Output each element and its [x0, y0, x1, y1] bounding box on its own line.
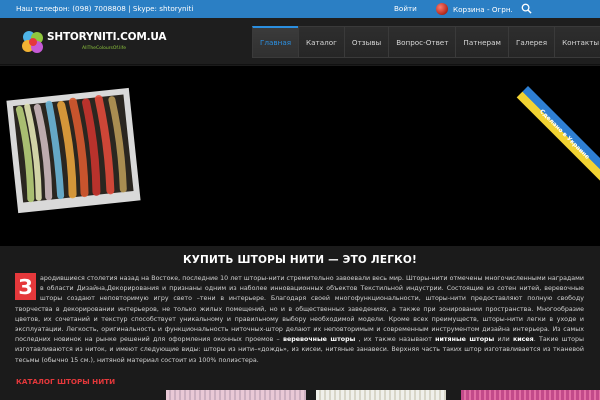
catalog-thumbnails	[16, 390, 600, 400]
catalog-section-title: КАТАЛОГ ШТОРЫ НИТИ	[16, 377, 116, 386]
cart-label: Корзина - Огрн.	[453, 4, 513, 14]
hero-photo	[6, 87, 141, 214]
catalog-thumb-1[interactable]	[166, 390, 306, 400]
logo-balls-icon	[22, 31, 43, 53]
catalog-thumb-3[interactable]	[461, 390, 600, 400]
contact-info: Наш телефон: (098) 7008808 | Skype: shto…	[16, 4, 194, 13]
login-link[interactable]: Войти	[394, 4, 417, 13]
cart-link[interactable]: Корзина - Огрн.	[436, 1, 513, 17]
site-header: SHTORYNITI.COM.UA AllTheColoursOf.life Г…	[0, 18, 600, 65]
hero-slider: Сделано в Украине	[0, 66, 600, 246]
main-nav: Главная Каталог Отзывы Вопрос-Ответ Патн…	[252, 26, 600, 58]
nav-item-faq[interactable]: Вопрос-Ответ	[388, 26, 456, 58]
page-title: КУПИТЬ ШТОРЫ НИТИ — ЭТО ЛЕГКО!	[182, 254, 418, 266]
made-in-ukraine-ribbon: Сделано в Украине	[516, 86, 600, 183]
article-text-mid-1: , их также называют	[358, 336, 432, 344]
dropcap-spacer	[15, 274, 40, 302]
main-content: КУПИТЬ ШТОРЫ НИТИ — ЭТО ЛЕГКО! З ародивш…	[0, 246, 600, 400]
nav-item-gallery[interactable]: Галерея	[507, 26, 555, 58]
article-body: ародившиеся столетия назад на Востоке, п…	[15, 274, 584, 366]
catalog-thumb-2[interactable]	[316, 390, 446, 400]
page: Наш телефон: (098) 7008808 | Skype: shto…	[0, 0, 600, 400]
string-curtains-image	[13, 94, 134, 203]
nav-item-reviews[interactable]: Отзывы	[343, 26, 389, 58]
logo-subtext: AllTheColoursOf.life	[82, 46, 126, 51]
nav-item-partners[interactable]: Патнерам	[455, 26, 508, 58]
ribbon-text: Сделано в Украине	[538, 107, 592, 161]
search-icon[interactable]	[521, 3, 532, 14]
nav-item-home[interactable]: Главная	[252, 26, 299, 58]
top-bar: Наш телефон: (098) 7008808 | Skype: shto…	[0, 0, 600, 18]
nav-item-contacts[interactable]: Контакты	[554, 26, 600, 58]
keyword-link-rope-curtains[interactable]: веревочные шторы	[283, 336, 355, 343]
article-text-mid-2: или	[497, 336, 510, 344]
nav-item-catalog[interactable]: Каталог	[298, 26, 344, 58]
keyword-link-thread-curtains[interactable]: нитяные шторы	[435, 336, 494, 343]
cart-icon	[436, 3, 448, 15]
keyword-link-kiseya[interactable]: кисея	[513, 336, 534, 343]
article-text-lead: ародившиеся столетия назад на Востоке, п…	[15, 275, 584, 344]
logo-text: SHTORYNITI.COM.UA	[47, 31, 167, 43]
site-logo[interactable]: SHTORYNITI.COM.UA AllTheColoursOf.life	[20, 28, 170, 58]
